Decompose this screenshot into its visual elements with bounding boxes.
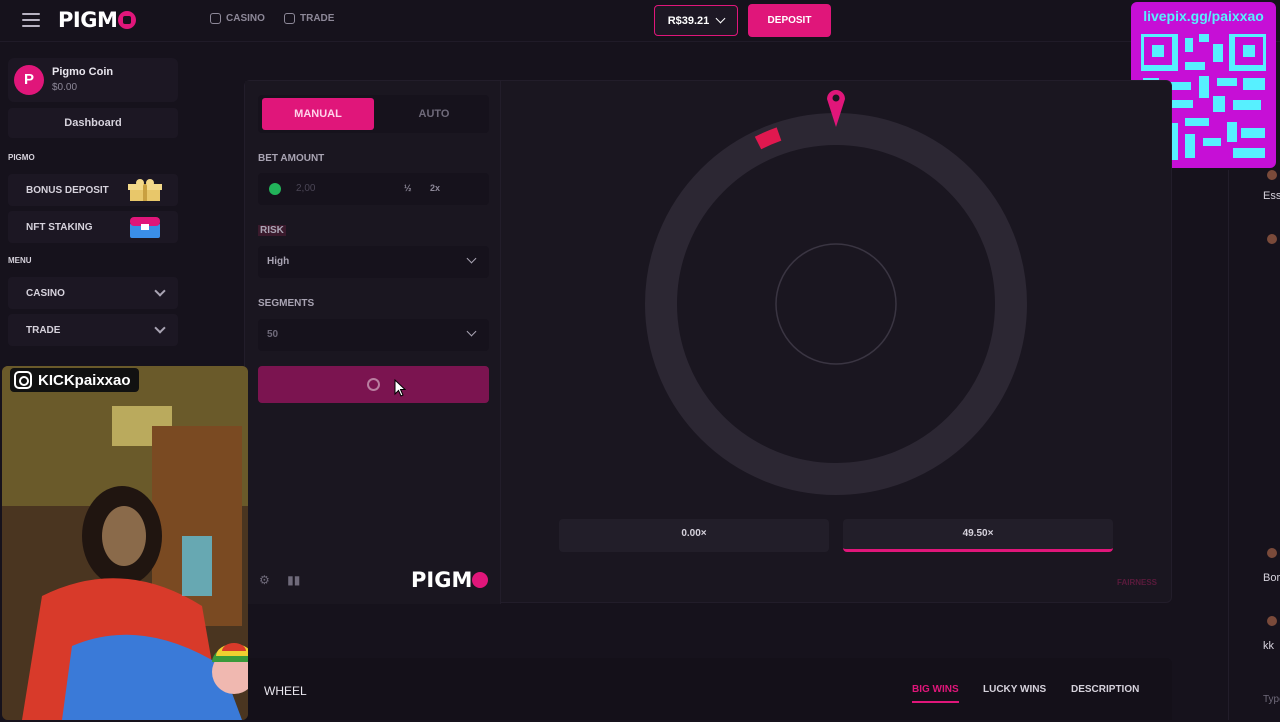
bonus-label: BONUS DEPOSIT — [26, 185, 109, 196]
logo[interactable]: PIGM — [58, 8, 137, 32]
tab-manual[interactable]: MANUAL — [262, 98, 374, 130]
chevron-down-icon — [154, 322, 166, 334]
chat-text: kk — [1263, 640, 1274, 652]
panel-footer-icons: ⚙ ▮▮ — [259, 573, 300, 587]
wheel-segment-highlight — [754, 127, 782, 150]
footer-logo: PIGM — [411, 568, 489, 592]
segments-select[interactable]: 50 — [258, 319, 489, 351]
casino-icon — [210, 13, 221, 24]
chat-text: Ess — [1263, 190, 1280, 202]
coin-value: $0.00 — [52, 82, 78, 93]
gift-icon — [128, 179, 162, 201]
wheel-ring — [645, 113, 1027, 495]
balance-value: R$39.21 — [667, 14, 710, 27]
loading-spinner-icon — [367, 378, 380, 391]
bottom-section: WHEEL BIG WINS LUCKY WINS DESCRIPTION — [246, 658, 1172, 720]
streamer-handle: KICKpaixxao — [10, 368, 139, 392]
dashboard-button[interactable]: Dashboard — [8, 108, 178, 138]
top-bar: PIGM CASINO TRADE R$39.21 DEPOSIT — [0, 0, 1280, 42]
tab-lucky-wins[interactable]: LUCKY WINS — [983, 684, 1046, 695]
chevron-down-icon — [466, 253, 477, 264]
multiplier-chip: 0.00× — [559, 519, 829, 552]
chevron-down-icon — [715, 13, 726, 24]
pigmo-coin-icon: P — [14, 65, 44, 95]
section-pigmo: PIGMO — [8, 153, 35, 162]
tab-description[interactable]: DESCRIPTION — [1071, 684, 1139, 695]
sidebar-item-casino[interactable]: CASINO — [8, 277, 178, 309]
chat-avatar — [1267, 234, 1277, 244]
bet-button[interactable] — [258, 366, 489, 403]
bet-amount-value: 2,00 — [296, 183, 316, 194]
chat-text: Bor — [1263, 572, 1280, 584]
sidebar-item-trade[interactable]: TRADE — [8, 314, 178, 346]
stats-icon[interactable]: ▮▮ — [287, 573, 300, 587]
bet-amount-input[interactable]: 2,00 ½ 2x — [258, 173, 489, 205]
segments-label: SEGMENTS — [258, 298, 315, 309]
section-title: WHEEL — [264, 684, 307, 698]
balance-dropdown[interactable]: R$39.21 — [654, 5, 738, 36]
webcam-overlay — [2, 366, 248, 720]
chat-avatar — [1267, 170, 1277, 180]
section-menu: MENU — [8, 256, 32, 265]
webcam-feed-image — [2, 366, 248, 720]
chat-column: Ess Bor kk Type — [1228, 170, 1280, 720]
logo-dot-icon — [472, 572, 489, 588]
footer-logo-text: PIGM — [411, 568, 473, 592]
risk-select[interactable]: High — [258, 246, 489, 278]
double-button[interactable]: 2x — [430, 183, 440, 193]
multiplier-chip-active: 49.50× — [843, 519, 1113, 552]
chat-avatar — [1267, 616, 1277, 626]
chat-input-placeholder[interactable]: Type — [1263, 694, 1280, 705]
half-button[interactable]: ½ — [404, 183, 412, 193]
chevron-down-icon — [466, 326, 477, 337]
wheel-game: MANUAL AUTO BET AMOUNT 2,00 ½ 2x RISK Hi… — [244, 80, 1172, 604]
staking-label: NFT STAKING — [26, 222, 93, 233]
nav-casino-label: CASINO — [226, 13, 265, 24]
sidebar-item-bonus-deposit[interactable]: BONUS DEPOSIT — [8, 174, 178, 206]
mouse-cursor-icon — [394, 379, 406, 397]
trade-label: TRADE — [26, 325, 61, 336]
risk-label: RISK — [258, 225, 286, 236]
chevron-down-icon — [154, 285, 166, 297]
bet-panel: MANUAL AUTO BET AMOUNT 2,00 ½ 2x RISK Hi… — [245, 81, 501, 604]
pigmo-coin-card[interactable]: P Pigmo Coin $0.00 — [8, 58, 178, 102]
deposit-button[interactable]: DEPOSIT — [748, 4, 831, 37]
streamer-handle-text: KICKpaixxao — [38, 371, 131, 389]
casino-label: CASINO — [26, 288, 65, 299]
logo-dot-icon — [118, 11, 137, 29]
menu-icon[interactable] — [22, 13, 40, 27]
chat-avatar — [1267, 548, 1277, 558]
trade-icon — [284, 13, 295, 24]
gear-icon[interactable]: ⚙ — [259, 573, 270, 587]
treasure-chest-icon — [130, 217, 160, 238]
coin-icon — [269, 183, 281, 195]
coin-name: Pigmo Coin — [52, 66, 114, 78]
segments-value: 50 — [267, 329, 279, 340]
bet-amount-label: BET AMOUNT — [258, 153, 325, 164]
nav-trade-label: TRADE — [300, 13, 335, 24]
nav-casino[interactable]: CASINO — [210, 13, 265, 24]
fairness-link[interactable]: FAIRNESS — [1117, 578, 1157, 587]
sidebar-item-nft-staking[interactable]: NFT STAKING — [8, 211, 178, 243]
tab-auto[interactable]: AUTO — [384, 98, 484, 130]
risk-value: High — [267, 256, 290, 267]
tab-big-wins[interactable]: BIG WINS — [912, 684, 959, 703]
instagram-icon — [14, 371, 32, 389]
mode-tabs: MANUAL AUTO — [258, 95, 489, 133]
nav-trade[interactable]: TRADE — [284, 13, 334, 24]
wheel — [645, 90, 1027, 495]
logo-text: PIGM — [58, 8, 118, 32]
qr-text: livepix.gg/paixxao — [1143, 8, 1264, 24]
wheel-center — [775, 243, 897, 365]
